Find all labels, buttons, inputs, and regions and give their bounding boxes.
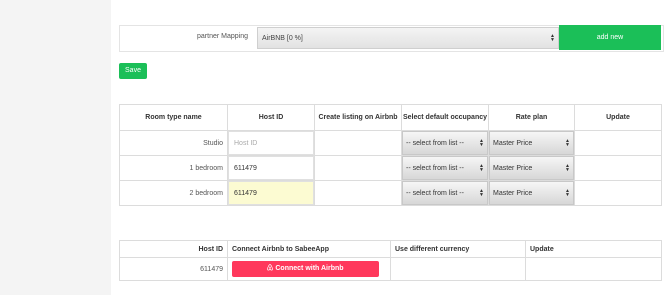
updown-arrows-icon: ▲ ▼ [479, 188, 484, 198]
rate-plan-select[interactable]: Master Price ▲ ▼ [489, 181, 574, 205]
updown-arrows-icon: ▲ ▼ [479, 163, 484, 173]
rate-plan-select[interactable]: Master Price ▲ ▼ [489, 156, 574, 180]
occupancy-select-value: -- select from list -- [406, 165, 464, 172]
col-header-connect-airbnb: Connect Airbnb to SabeeApp [227, 240, 391, 258]
update-cell [574, 130, 662, 156]
update-cell [574, 180, 662, 206]
partner-select-value: AirBNB [0 %] [262, 35, 303, 42]
table-header-row: Host ID Connect Airbnb to SabeeApp Use d… [119, 240, 662, 258]
add-new-button[interactable]: add new [559, 25, 661, 50]
left-sidebar [0, 0, 112, 295]
connect-with-airbnb-button[interactable]: Connect with Airbnb [232, 261, 379, 277]
table-row: 1 bedroom 611479 -- select from list -- ▲… [119, 155, 662, 181]
updown-arrows-icon: ▲ ▼ [565, 188, 570, 198]
occupancy-select[interactable]: -- select from list -- ▲ ▼ [402, 181, 488, 205]
table-row: 611479 Connect with Airbnb [119, 257, 662, 281]
room-mapping-table: Room type name Host ID Create listing on… [119, 104, 662, 206]
airbnb-connect-table: Host ID Connect Airbnb to SabeeApp Use d… [119, 240, 662, 281]
updown-arrows-icon: ▲ ▼ [565, 138, 570, 148]
col-header-update: Update [574, 104, 662, 131]
rate-plan-select-value: Master Price [493, 190, 533, 197]
partner-select[interactable]: AirBNB [0 %] ▲ ▼ [257, 27, 559, 49]
currency-cell [390, 257, 526, 281]
occupancy-select[interactable]: -- select from list -- ▲ ▼ [402, 156, 488, 180]
host-id-input[interactable]: Host ID [228, 131, 314, 155]
occupancy-select-value: -- select from list -- [406, 190, 464, 197]
rate-plan-select-value: Master Price [493, 140, 533, 147]
host-id-input[interactable]: 611479 [228, 156, 314, 180]
update-cell [574, 155, 662, 181]
host-id-input[interactable]: 611479 [228, 181, 314, 205]
col-header-host-id: Host ID [119, 240, 228, 258]
rate-plan-select[interactable]: Master Price ▲ ▼ [489, 131, 574, 155]
col-header-rate-plan: Rate plan [488, 104, 575, 131]
col-header-room-type: Room type name [119, 104, 228, 131]
table-header-row: Room type name Host ID Create listing on… [119, 104, 662, 131]
create-listing-cell [314, 130, 402, 156]
room-type-name: 2 bedroom [119, 180, 228, 206]
occupancy-select[interactable]: -- select from list -- ▲ ▼ [402, 131, 488, 155]
col-header-host-id: Host ID [227, 104, 315, 131]
update-cell [525, 257, 662, 281]
table-row: 2 bedroom 611479 -- select from list -- ▲… [119, 180, 662, 206]
rate-plan-select-value: Master Price [493, 165, 533, 172]
updown-arrows-icon: ▲ ▼ [479, 138, 484, 148]
table-row: Studio Host ID -- select from list -- ▲ ▼ … [119, 130, 662, 156]
col-header-create-listing: Create listing on Airbnb [314, 104, 402, 131]
connect-button-label: Connect with Airbnb [275, 265, 344, 272]
create-listing-cell [314, 180, 402, 206]
partner-mapping-label: partner Mapping [197, 33, 248, 40]
occupancy-select-value: -- select from list -- [406, 140, 464, 147]
room-type-name: Studio [119, 130, 228, 156]
col-header-occupancy: Select default occupancy [401, 104, 489, 131]
updown-arrows-icon: ▲ ▼ [565, 163, 570, 173]
col-header-update: Update [525, 240, 662, 258]
room-type-name: 1 bedroom [119, 155, 228, 181]
col-header-currency: Use different currency [390, 240, 526, 258]
create-listing-cell [314, 155, 402, 181]
main-panel: partner Mapping AirBNB [0 %] ▲ ▼ add new … [111, 0, 670, 295]
save-button[interactable]: Save [119, 63, 147, 79]
updown-arrows-icon: ▲ ▼ [550, 33, 555, 43]
connect-host-id: 611479 [119, 257, 228, 281]
